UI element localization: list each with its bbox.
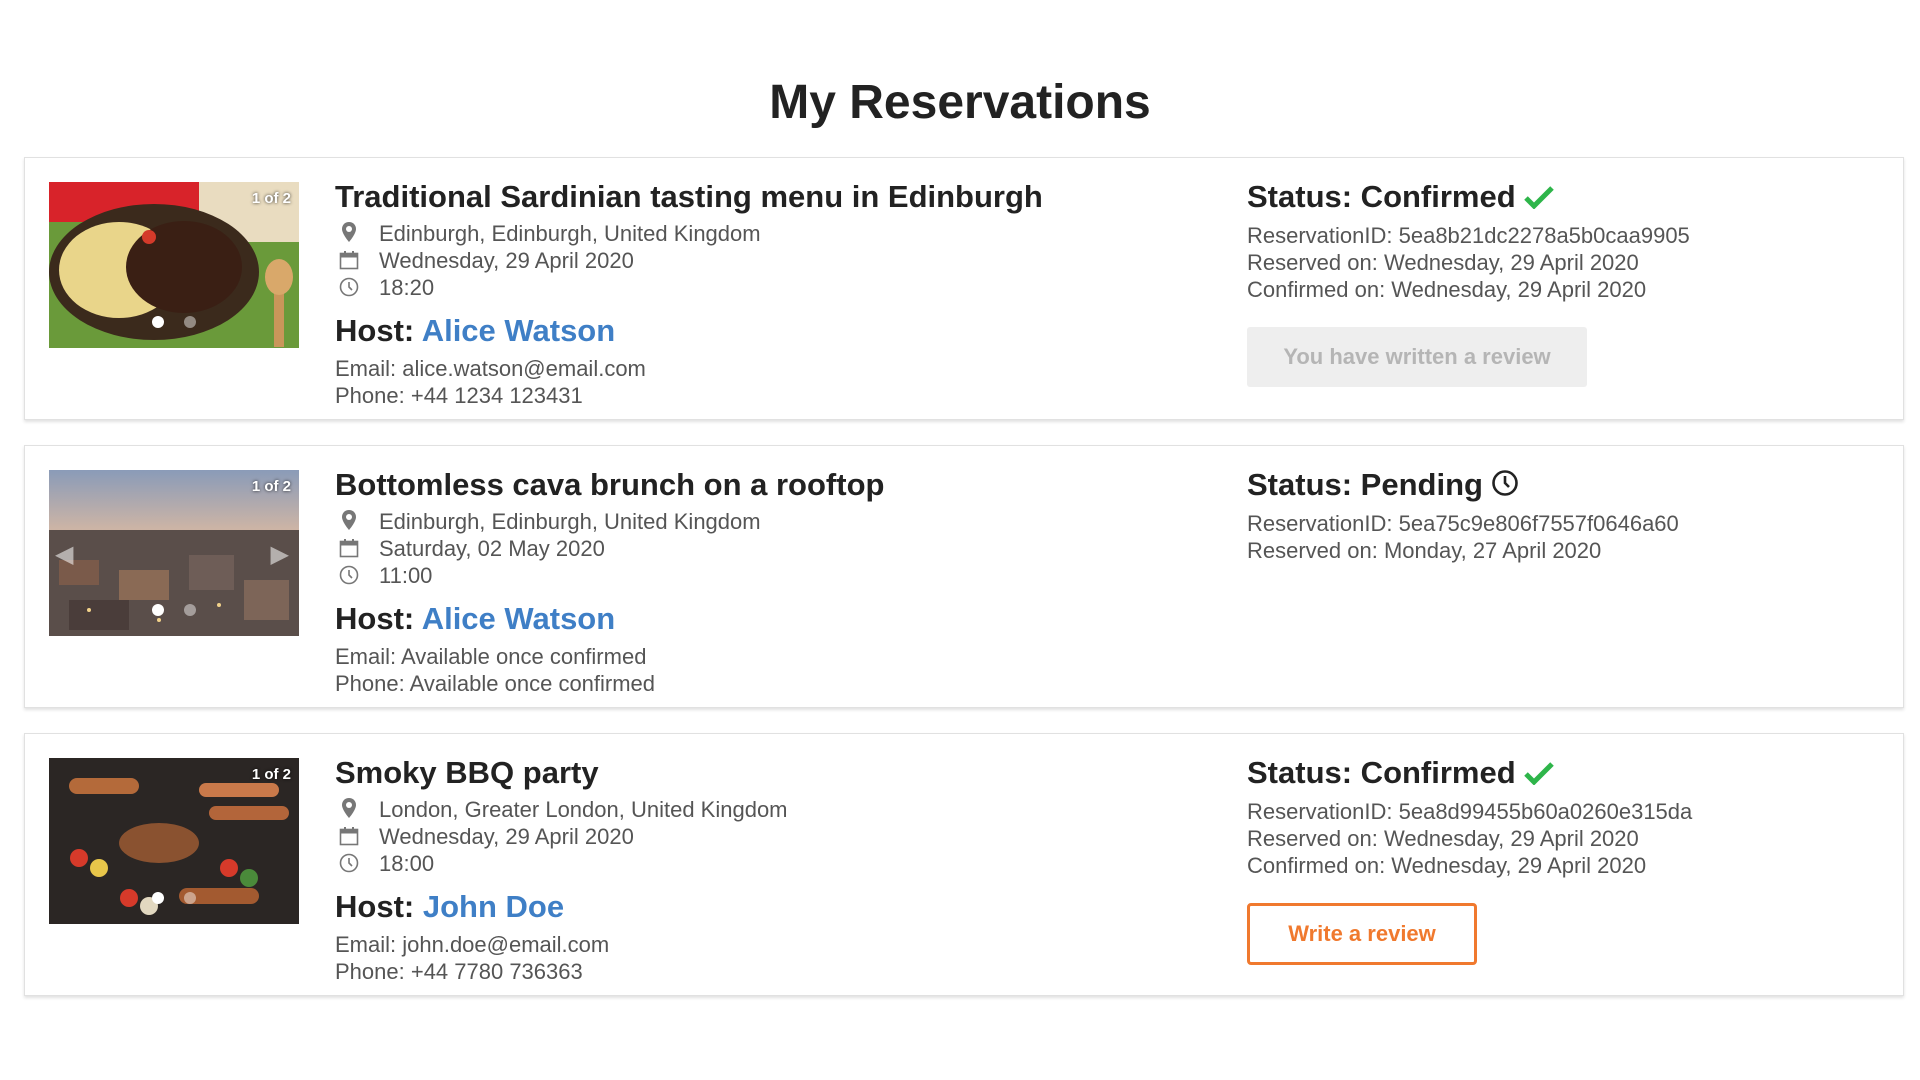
experience-title: Smoky BBQ party — [335, 755, 599, 790]
page-title: My Reservations — [769, 76, 1151, 129]
host-email: Email: john.doe@email.com — [335, 932, 610, 957]
host-line: Host: John Doe — [335, 887, 1185, 927]
image-counter: 1 of 2 — [251, 766, 291, 783]
reservation-status-panel: Status: Pending ReservationID: 5ea75c9e8… — [1247, 466, 1867, 564]
host-phone: Phone: +44 1234 123431 — [335, 383, 583, 408]
status-line: Status: Confirmed — [1247, 754, 1867, 794]
host-phone: Phone: +44 7780 736363 — [335, 959, 583, 984]
reservation-card: 1 of 2 ◀ ▶ Bottomless cava brunch on a r… — [24, 445, 1904, 708]
check-icon — [1523, 756, 1554, 794]
reservation-id: ReservationID: 5ea8b21dc2278a5b0caa9905 — [1247, 222, 1690, 248]
location-row: London, Greater London, United Kingdom — [335, 796, 1185, 823]
host-email: Email: alice.watson@email.com — [335, 356, 646, 381]
reservation-card: 1 of 2 Smoky BBQ party London, Greater L… — [24, 733, 1904, 996]
experience-image-carousel[interactable]: 1 of 2 — [49, 182, 299, 348]
image-counter: 1 of 2 — [251, 478, 291, 495]
prev-image-icon[interactable]: ◀ — [55, 540, 73, 569]
confirmed-on: Confirmed on: Wednesday, 29 April 2020 — [1247, 852, 1647, 878]
date-text: Saturday, 02 May 2020 — [379, 536, 605, 561]
date-row: Saturday, 02 May 2020 — [335, 535, 1185, 562]
reservation-id: ReservationID: 5ea75c9e806f7557f0646a60 — [1247, 510, 1679, 536]
check-icon — [1523, 180, 1554, 218]
status-text: Status: Pending — [1247, 467, 1483, 502]
calendar-icon — [335, 825, 363, 852]
host-label: Host: — [335, 313, 415, 348]
date-text: Wednesday, 29 April 2020 — [379, 824, 634, 849]
experience-info: Traditional Sardinian tasting menu in Ed… — [335, 178, 1185, 409]
carousel-dot[interactable] — [184, 604, 196, 616]
map-pin-icon — [335, 221, 363, 249]
host-email: Email: Available once confirmed — [335, 644, 647, 669]
reservation-status-panel: Status: Confirmed ReservationID: 5ea8d99… — [1247, 754, 1867, 965]
host-label: Host: — [335, 601, 415, 636]
carousel-dots — [49, 892, 299, 904]
clock-icon — [335, 564, 363, 591]
host-line: Host: Alice Watson — [335, 599, 1185, 639]
status-text: Status: Confirmed — [1247, 179, 1516, 214]
location-row: Edinburgh, Edinburgh, United Kingdom — [335, 220, 1185, 247]
date-row: Wednesday, 29 April 2020 — [335, 823, 1185, 850]
time-text: 11:00 — [379, 563, 433, 588]
location-text: Edinburgh, Edinburgh, United Kingdom — [379, 221, 761, 246]
time-row: 11:00 — [335, 562, 1185, 589]
calendar-icon — [335, 249, 363, 276]
reservation-status-panel: Status: Confirmed ReservationID: 5ea8b21… — [1247, 178, 1867, 387]
experience-info: Bottomless cava brunch on a rooftop Edin… — [335, 466, 1185, 697]
host-name-link[interactable]: John Doe — [423, 889, 564, 924]
carousel-dots — [49, 604, 299, 616]
host-label: Host: — [335, 889, 415, 924]
carousel-dots — [49, 316, 299, 328]
clock-icon — [335, 852, 363, 879]
status-line: Status: Pending — [1247, 466, 1867, 506]
carousel-dot[interactable] — [184, 316, 196, 328]
carousel-dot[interactable] — [152, 892, 164, 904]
clock-icon — [335, 276, 363, 303]
time-row: 18:20 — [335, 274, 1185, 301]
reservation-card: 1 of 2 Traditional Sardinian tasting men… — [24, 157, 1904, 420]
review-written-button: You have written a review — [1247, 326, 1587, 387]
experience-image-carousel[interactable]: 1 of 2 ◀ ▶ — [49, 470, 299, 636]
clock-icon — [1491, 468, 1519, 506]
location-row: Edinburgh, Edinburgh, United Kingdom — [335, 508, 1185, 535]
experience-info: Smoky BBQ party London, Greater London, … — [335, 754, 1185, 985]
reservation-list: 1 of 2 Traditional Sardinian tasting men… — [0, 157, 1920, 996]
date-text: Wednesday, 29 April 2020 — [379, 248, 634, 273]
image-counter: 1 of 2 — [251, 190, 291, 207]
map-pin-icon — [335, 797, 363, 825]
map-pin-icon — [335, 509, 363, 537]
carousel-dot[interactable] — [184, 892, 196, 904]
calendar-icon — [335, 537, 363, 564]
host-line: Host: Alice Watson — [335, 311, 1185, 351]
experience-image-carousel[interactable]: 1 of 2 — [49, 758, 299, 924]
status-text: Status: Confirmed — [1247, 755, 1516, 790]
time-text: 18:20 — [379, 275, 435, 300]
reserved-on: Reserved on: Wednesday, 29 April 2020 — [1247, 249, 1639, 275]
write-review-button[interactable]: Write a review — [1247, 902, 1477, 965]
time-text: 18:00 — [379, 851, 435, 876]
date-row: Wednesday, 29 April 2020 — [335, 247, 1185, 274]
experience-title: Traditional Sardinian tasting menu in Ed… — [335, 179, 1043, 214]
time-row: 18:00 — [335, 850, 1185, 877]
host-name-link[interactable]: Alice Watson — [422, 601, 616, 636]
status-line: Status: Confirmed — [1247, 178, 1867, 218]
host-name-link[interactable]: Alice Watson — [422, 313, 616, 348]
carousel-dot[interactable] — [152, 316, 164, 328]
location-text: London, Greater London, United Kingdom — [379, 797, 788, 822]
next-image-icon[interactable]: ▶ — [271, 540, 289, 569]
confirmed-on: Confirmed on: Wednesday, 29 April 2020 — [1247, 276, 1647, 302]
reservation-id: ReservationID: 5ea8d99455b60a0260e315da — [1247, 798, 1693, 824]
location-text: Edinburgh, Edinburgh, United Kingdom — [379, 509, 761, 534]
host-phone: Phone: Available once confirmed — [335, 671, 656, 696]
reserved-on: Reserved on: Wednesday, 29 April 2020 — [1247, 825, 1639, 851]
reserved-on: Reserved on: Monday, 27 April 2020 — [1247, 537, 1602, 563]
carousel-dot[interactable] — [152, 604, 164, 616]
experience-title: Bottomless cava brunch on a rooftop — [335, 467, 885, 502]
